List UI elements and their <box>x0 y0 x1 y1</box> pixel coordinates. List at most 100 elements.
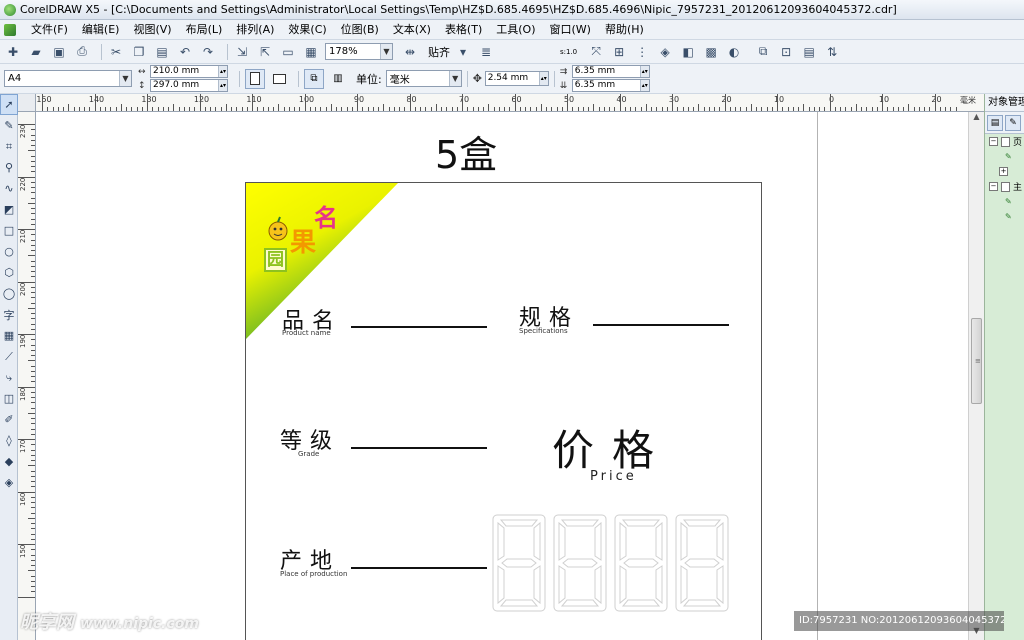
drawing-canvas[interactable]: 5盒 名 果 园 品名 Product name 规格 Specificatio… <box>36 112 968 640</box>
page-tree-row[interactable]: − 页 <box>985 134 1024 149</box>
guides-tree-row[interactable]: ✎ <box>985 194 1024 209</box>
table-tool-icon[interactable]: ▦ <box>0 325 18 346</box>
grade-en-label[interactable]: Grade <box>298 450 319 458</box>
duplicate-y-input[interactable]: 6.35 mm ▴▾ <box>571 79 650 92</box>
crop-tool-icon[interactable]: ⌗ <box>0 136 18 157</box>
paste-icon[interactable]: ▤ <box>153 43 171 61</box>
copy-icon[interactable]: ❐ <box>130 43 148 61</box>
page-height-input[interactable]: 297.0 mm ▴▾ <box>150 79 228 92</box>
options-icon[interactable]: ≣ <box>477 43 495 61</box>
nudge-distance-input[interactable]: 2.54 mm ▴▾ <box>484 71 549 86</box>
collapse-icon[interactable]: − <box>989 137 998 146</box>
all-pages-button[interactable]: ⧉ <box>304 68 324 89</box>
fill-tool-icon[interactable]: ◆ <box>0 451 18 472</box>
polygon-tool-icon[interactable]: ⬡ <box>0 262 18 283</box>
page-width-input[interactable]: 210.0 mm ▴▾ <box>150 65 228 78</box>
layer-expand-row[interactable]: + <box>985 164 1024 179</box>
units-combo[interactable]: 毫米 ▼ <box>385 70 462 87</box>
group-icon[interactable]: ⧉ <box>754 43 772 61</box>
menu-bitmaps[interactable]: 位图(B) <box>334 20 386 40</box>
menu-text[interactable]: 文本(X) <box>386 20 438 40</box>
menu-tools[interactable]: 工具(O) <box>489 20 542 40</box>
docker-pin-icon[interactable]: ✎ <box>1005 114 1021 131</box>
digit-placeholder[interactable] <box>675 514 729 612</box>
snap-dropdown-icon[interactable]: ▾ <box>454 43 472 61</box>
blend-tool-icon[interactable]: ◫ <box>0 388 18 409</box>
cut-icon[interactable]: ✂ <box>107 43 125 61</box>
application-launcher-icon[interactable]: ▭ <box>279 43 297 61</box>
paper-size-combo[interactable]: A4 ▼ <box>4 70 132 87</box>
place-of-production-en-label[interactable]: Place of production <box>280 570 347 578</box>
portrait-button[interactable] <box>245 68 265 89</box>
smart-fill-tool-icon[interactable]: ◩ <box>0 199 18 220</box>
menu-effects[interactable]: 效果(C) <box>281 20 333 40</box>
landscape-button[interactable] <box>269 69 289 89</box>
eyedropper-tool-icon[interactable]: ✐ <box>0 409 18 430</box>
distribute-icon[interactable]: ▤ <box>800 43 818 61</box>
layer-tree-row[interactable]: ✎ <box>985 149 1024 164</box>
text-tool-icon[interactable]: 字 <box>0 304 18 325</box>
snap-to-label[interactable]: 贴齐 <box>428 44 450 60</box>
document-menu-icon[interactable] <box>4 23 16 36</box>
digit-placeholder[interactable] <box>492 514 546 612</box>
open-folder-icon[interactable]: ▰ <box>27 43 45 61</box>
vertical-scrollbar[interactable]: ▲ ≡ ▼ <box>968 112 984 640</box>
product-name-underline[interactable] <box>351 326 487 328</box>
menu-arrange[interactable]: 排列(A) <box>229 20 281 40</box>
connector-tool-icon[interactable]: ⤷ <box>0 367 18 388</box>
spinner-icon[interactable]: ▴▾ <box>218 66 227 77</box>
ellipse-tool-icon[interactable]: ○ <box>0 241 18 262</box>
spacing-icon[interactable]: ⇅ <box>823 43 841 61</box>
object-manager-icon[interactable]: ◈ <box>656 43 674 61</box>
import-icon[interactable]: ⇲ <box>233 43 251 61</box>
export-icon[interactable]: ⇱ <box>256 43 274 61</box>
horizontal-ruler[interactable]: 毫米 150 140 130 120 110 100 90 80 70 60 50 40 30 20 10 0… <box>18 94 984 112</box>
digit-placeholder[interactable] <box>553 514 607 612</box>
menu-window[interactable]: 窗口(W) <box>543 20 598 40</box>
product-name-en-label[interactable]: Product name <box>282 329 331 337</box>
menu-layout[interactable]: 布局(L) <box>179 20 230 40</box>
spinner-icon[interactable]: ▴▾ <box>538 72 548 85</box>
bitmap-color-mask-icon[interactable]: ◐ <box>725 43 743 61</box>
menu-view[interactable]: 视图(V) <box>126 20 178 40</box>
print-icon[interactable]: ⎙ <box>73 43 91 61</box>
menu-table[interactable]: 表格(T) <box>438 20 489 40</box>
rectangle-tool-icon[interactable]: □ <box>0 220 18 241</box>
current-page-button[interactable]: ▥ <box>328 69 348 89</box>
shape-tool-icon[interactable]: ✎ <box>0 115 18 136</box>
welcome-screen-icon[interactable]: ▦ <box>302 43 320 61</box>
menu-file[interactable]: 文件(F) <box>24 20 75 40</box>
scrollbar-thumb[interactable]: ≡ <box>971 318 982 404</box>
specifications-underline[interactable] <box>593 324 729 326</box>
color-styles-icon[interactable]: ◧ <box>679 43 697 61</box>
zoom-tool-icon[interactable]: ⚲ <box>0 157 18 178</box>
fruit-logo[interactable]: 名 果 园 <box>262 198 342 276</box>
collapse-icon[interactable]: − <box>989 182 998 191</box>
price-digit-placeholders[interactable] <box>491 513 731 613</box>
interactive-fill-tool-icon[interactable]: ◈ <box>0 472 18 493</box>
spinner-icon[interactable]: ▴▾ <box>639 66 649 77</box>
layer-view-icon[interactable]: ▤ <box>987 114 1003 131</box>
object-properties-icon[interactable]: ▩ <box>702 43 720 61</box>
chevron-down-icon[interactable]: ▼ <box>448 71 461 86</box>
undo-icon[interactable]: ↶ <box>176 43 194 61</box>
new-document-icon[interactable]: ✚ <box>4 43 22 61</box>
desktop-tree-row[interactable]: ✎ <box>985 209 1024 224</box>
duplicate-x-input[interactable]: 6.35 mm ▴▾ <box>571 65 650 78</box>
grade-underline[interactable] <box>351 447 487 449</box>
vertical-ruler[interactable]: 230 220 210 200 190 180 170 160 150 <box>18 112 36 640</box>
redo-icon[interactable]: ↷ <box>199 43 217 61</box>
menu-help[interactable]: 帮助(H) <box>598 20 651 40</box>
master-tree-row[interactable]: − 主 <box>985 179 1024 194</box>
price-label-card[interactable]: 名 果 园 品名 Product name 规格 Specifications … <box>245 182 762 640</box>
align-icon[interactable]: ⊞ <box>610 43 628 61</box>
freehand-tool-icon[interactable]: ∿ <box>0 178 18 199</box>
menu-edit[interactable]: 编辑(E) <box>75 20 127 40</box>
transform-icon[interactable]: ⤧ <box>587 43 605 61</box>
expand-icon[interactable]: + <box>999 167 1008 176</box>
chevron-down-icon[interactable]: ▼ <box>380 44 392 59</box>
scroll-up-icon[interactable]: ▲ <box>969 112 984 126</box>
basic-shapes-tool-icon[interactable]: ◯ <box>0 283 18 304</box>
dimension-tool-icon[interactable]: ⟋ <box>0 346 18 367</box>
specifications-en-label[interactable]: Specifications <box>519 327 568 335</box>
